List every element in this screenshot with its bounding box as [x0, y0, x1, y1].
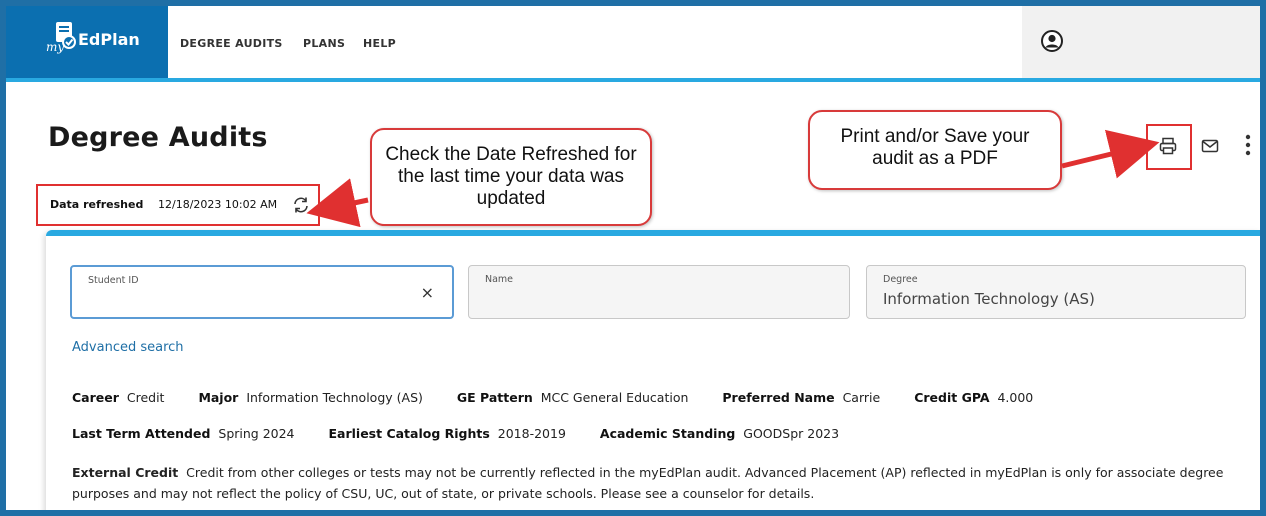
- info-line-2: Last Term Attended Spring 2024 Earliest …: [72, 426, 869, 441]
- more-options-icon[interactable]: [1242, 132, 1254, 158]
- degree-label: Degree: [883, 274, 918, 285]
- logo[interactable]: my EdPlan: [6, 6, 168, 78]
- advanced-search-link[interactable]: Advanced search: [72, 340, 184, 355]
- nav-degree-audits[interactable]: DEGREE AUDITS: [180, 37, 283, 50]
- career-label: Career: [72, 390, 119, 405]
- user-account-icon[interactable]: [1041, 30, 1063, 52]
- ge-pattern-value: MCC General Education: [540, 390, 689, 405]
- credit-gpa-label: Credit GPA: [914, 390, 990, 405]
- audit-card: Student ID × Name Degree Information Tec…: [46, 230, 1260, 510]
- top-header: my EdPlan DEGREE AUDITS PLANS HELP: [6, 6, 1260, 78]
- student-id-label: Student ID: [88, 275, 139, 286]
- logo-my-text: my: [46, 40, 65, 54]
- data-refreshed-label: Data refreshed: [50, 198, 144, 211]
- nav-help[interactable]: HELP: [363, 37, 396, 50]
- catalog-rights-label: Earliest Catalog Rights: [328, 426, 490, 441]
- external-credit-text: Credit from other colleges or tests may …: [72, 465, 1224, 501]
- date-callout-arrow: [306, 178, 369, 228]
- last-term-label: Last Term Attended: [72, 426, 211, 441]
- clear-icon[interactable]: ×: [421, 283, 434, 302]
- degree-value[interactable]: Information Technology (AS): [883, 290, 1095, 308]
- academic-standing-label: Academic Standing: [599, 426, 736, 441]
- career-value: Credit: [126, 390, 165, 405]
- email-icon[interactable]: [1201, 137, 1219, 155]
- print-icon[interactable]: [1158, 136, 1178, 156]
- preferred-name-label: Preferred Name: [722, 390, 835, 405]
- name-field[interactable]: Name: [468, 265, 850, 319]
- external-credit-note: External Credit Credit from other colleg…: [72, 462, 1242, 504]
- refresh-icon[interactable]: [291, 195, 311, 215]
- name-label: Name: [485, 274, 514, 285]
- student-id-field[interactable]: Student ID ×: [70, 265, 454, 319]
- data-refreshed-value: 12/18/2023 10:02 AM: [158, 198, 278, 211]
- credit-gpa-value: 4.000: [997, 390, 1034, 405]
- academic-standing-value: GOODSpr 2023: [743, 426, 840, 441]
- ge-pattern-label: GE Pattern: [456, 390, 533, 405]
- logo-text: EdPlan: [78, 30, 140, 49]
- date-refreshed-callout: Check the Date Refreshed for the last ti…: [370, 128, 652, 226]
- print-callout-arrow: [1061, 129, 1160, 179]
- nav-plans[interactable]: PLANS: [303, 37, 345, 50]
- print-callout: Print and/or Save your audit as a PDF: [808, 110, 1062, 190]
- page-title: Degree Audits: [48, 122, 268, 153]
- app-frame: my EdPlan DEGREE AUDITS PLANS HELP Degre…: [0, 0, 1266, 516]
- major-value: Information Technology (AS): [246, 390, 423, 405]
- external-credit-label: External Credit: [72, 465, 179, 480]
- major-label: Major: [198, 390, 239, 405]
- data-refreshed-highlight: Data refreshed 12/18/2023 10:02 AM: [36, 184, 320, 226]
- info-line-1: Career Credit Major Information Technolo…: [72, 390, 1063, 405]
- last-term-value: Spring 2024: [218, 426, 295, 441]
- catalog-rights-value: 2018-2019: [497, 426, 566, 441]
- header-accent-line: [6, 78, 1260, 82]
- preferred-name-value: Carrie: [842, 390, 881, 405]
- degree-field[interactable]: Degree Information Technology (AS): [866, 265, 1246, 319]
